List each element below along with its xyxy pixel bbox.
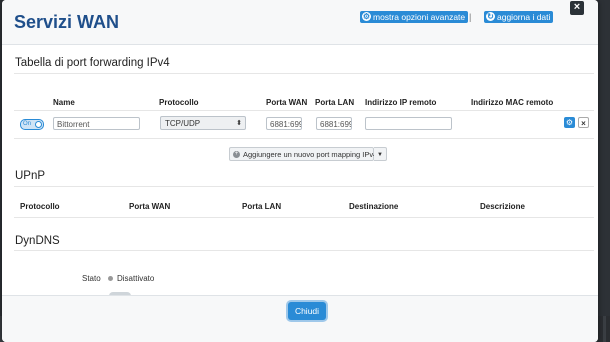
- show-advanced-options-label: mostra opzioni avanzate: [373, 12, 466, 22]
- table-row-divider: [14, 138, 594, 139]
- refresh-data-link[interactable]: ↻ aggiorna i dati: [484, 11, 554, 23]
- port-forwarding-title: Tabella di port forwarding IPv4: [15, 57, 170, 69]
- section-divider: [14, 73, 594, 74]
- wan-services-modal: Servizi WAN ⚙ mostra opzioni avanzate | …: [2, 0, 598, 342]
- section-divider: [14, 250, 594, 251]
- refresh-data-label: aggiorna i dati: [497, 12, 551, 22]
- status-dot-icon: [108, 276, 113, 281]
- table-header-divider: [14, 110, 594, 111]
- stato-value: Disattivato: [117, 274, 155, 283]
- upnp-col-protocollo: Protocollo: [20, 202, 60, 211]
- delete-rule-button[interactable]: ×: [578, 117, 589, 128]
- edit-rule-button[interactable]: ⚙: [564, 117, 575, 128]
- section-divider: [14, 186, 594, 187]
- table-header-divider: [14, 217, 594, 218]
- col-protocollo: Protocollo: [159, 98, 199, 107]
- col-porta-lan: Porta LAN: [315, 98, 355, 107]
- select-arrows-icon: ⬍: [236, 120, 242, 127]
- caret-down-icon: ▼: [377, 152, 383, 158]
- porta-lan-input[interactable]: 6881:699: [316, 117, 352, 130]
- rule-name-input[interactable]: Bittorrent: [53, 117, 140, 130]
- col-ip-remoto: Indirizzo IP remoto: [365, 98, 437, 107]
- rule-enabled-toggle[interactable]: On: [20, 119, 44, 130]
- gear-icon: ⚙: [565, 118, 574, 127]
- close-icon[interactable]: ×: [570, 1, 584, 15]
- header-separator: |: [469, 12, 472, 22]
- protocol-value: TCP/UDP: [165, 119, 201, 128]
- plus-icon: +: [233, 151, 240, 158]
- col-mac-remoto: Indirizzo MAC remoto: [471, 98, 554, 107]
- close-button[interactable]: Chiudi: [288, 302, 326, 320]
- protocol-select[interactable]: TCP/UDP ⬍: [160, 116, 246, 130]
- upnp-col-descrizione: Descrizione: [480, 202, 525, 211]
- dyndns-title: DynDNS: [15, 235, 60, 247]
- close-icon: ×: [581, 119, 586, 128]
- toggle-knob: [35, 121, 42, 128]
- refresh-icon: ↻: [486, 12, 495, 21]
- col-porta-wan: Porta WAN: [266, 98, 308, 107]
- add-port-mapping-button[interactable]: + Aggiungere un nuovo port mapping IPv4: [229, 147, 378, 161]
- upnp-col-destinazione: Destinazione: [349, 202, 399, 211]
- porta-wan-input[interactable]: 6881:699: [266, 117, 302, 130]
- add-port-mapping-label: Aggiungere un nuovo port mapping IPv4: [243, 150, 378, 159]
- col-name: Name: [53, 98, 75, 107]
- modal-title: Servizi WAN: [14, 12, 120, 32]
- upnp-col-porta-lan: Porta LAN: [242, 202, 282, 211]
- toggle-label: On: [23, 121, 32, 127]
- ip-remoto-input[interactable]: [365, 117, 452, 130]
- upnp-title: UPnP: [15, 170, 46, 182]
- gear-icon: ⚙: [362, 12, 371, 21]
- upnp-col-porta-wan: Porta WAN: [129, 202, 171, 211]
- add-port-mapping-dropdown[interactable]: ▼: [374, 147, 387, 161]
- stato-label: Stato: [82, 274, 101, 283]
- show-advanced-options-link[interactable]: ⚙ mostra opzioni avanzate: [360, 11, 469, 23]
- modal-header: Servizi WAN ⚙ mostra opzioni avanzate | …: [2, 0, 598, 45]
